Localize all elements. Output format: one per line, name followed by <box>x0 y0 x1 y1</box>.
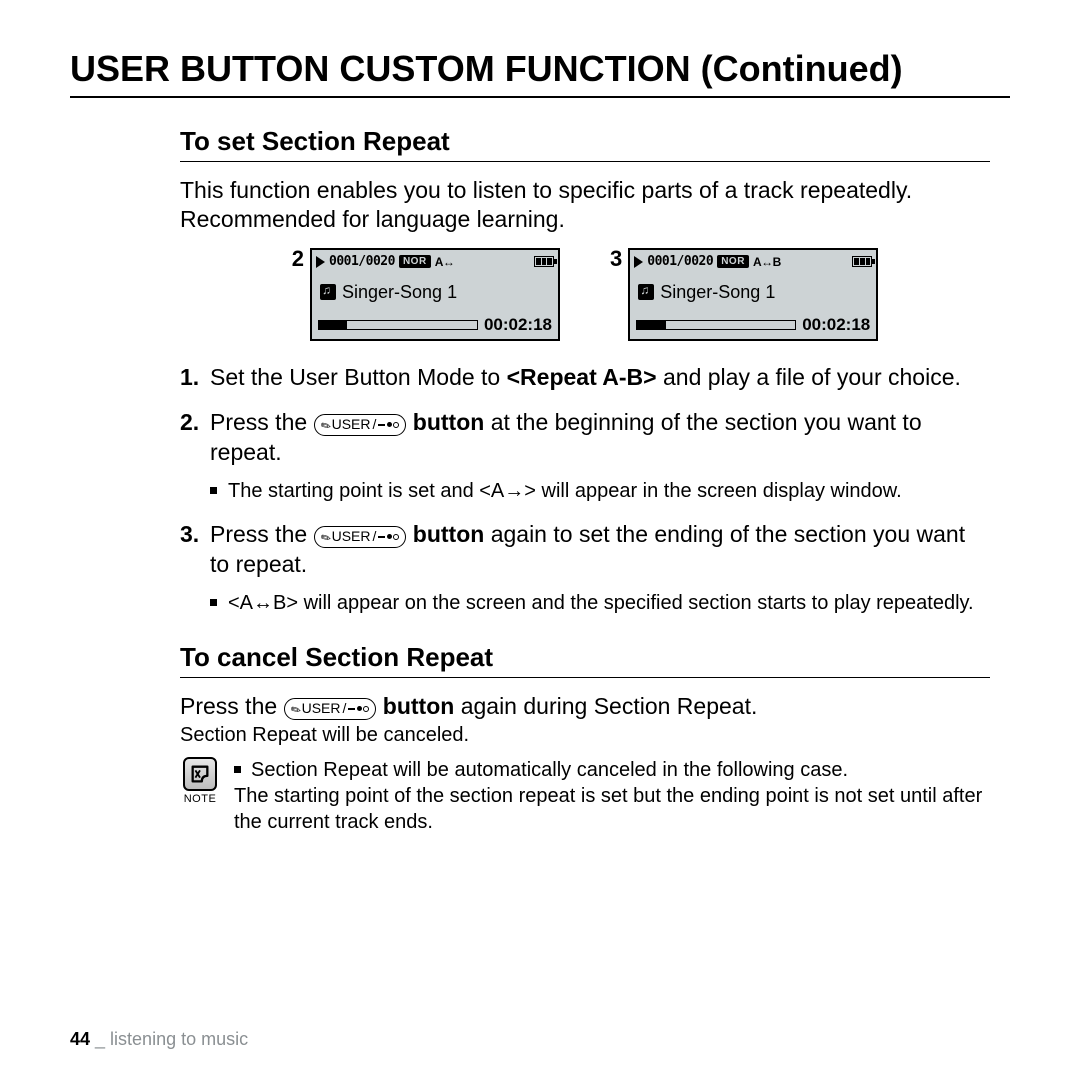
song-title: Singer-Song 1 <box>342 282 457 303</box>
note-block: NOTE Section Repeat will be automaticall… <box>180 757 990 835</box>
cancel-result: Section Repeat will be canceled. <box>180 724 990 747</box>
screen-number: 2 <box>292 246 304 272</box>
lcd-display: 0001/0020 NOR A↔B Singer-Song 1 00:02:18 <box>628 248 878 341</box>
user-button-icon: ✎USER/ <box>314 414 407 436</box>
step-3-note: <A↔B> will appear on the screen and the … <box>210 590 990 616</box>
user-button-icon: ✎USER/ <box>314 526 407 548</box>
elapsed-time: 00:02:18 <box>802 315 870 335</box>
screen-2: 2 0001/0020 NOR A↔ Singer-Song 1 00:02:1… <box>292 248 560 341</box>
note-body: The starting point of the section repeat… <box>234 783 990 835</box>
screen-row: 2 0001/0020 NOR A↔ Singer-Song 1 00:02:1… <box>180 248 990 341</box>
chapter-name: listening to music <box>110 1029 248 1049</box>
progress-bar <box>318 320 478 330</box>
eq-mode: NOR <box>717 255 749 268</box>
song-title: Singer-Song 1 <box>660 282 775 303</box>
progress-bar <box>636 320 796 330</box>
track-counter: 0001/0020 <box>647 254 713 269</box>
note-label: NOTE <box>184 793 217 805</box>
ab-indicator: A↔B <box>753 255 781 269</box>
note-lead: Section Repeat will be automatically can… <box>234 757 990 783</box>
section-cancel-repeat: To cancel Section Repeat Press the ✎USER… <box>70 642 1010 835</box>
steps-list: Set the User Button Mode to <Repeat A-B>… <box>180 363 990 616</box>
screen-3: 3 0001/0020 NOR A↔B Singer-Song 1 00:02:… <box>610 248 878 341</box>
step-3: Press the ✎USER/ button again to set the… <box>180 520 990 616</box>
page-number: 44 <box>70 1029 90 1049</box>
step-2: Press the ✎USER/ button at the beginning… <box>180 408 990 504</box>
heading-set: To set Section Repeat <box>180 126 990 162</box>
user-button-icon: ✎USER/ <box>284 698 377 720</box>
lcd-display: 0001/0020 NOR A↔ Singer-Song 1 00:02:18 <box>310 248 560 341</box>
cancel-instruction: Press the ✎USER/ button again during Sec… <box>180 692 990 722</box>
step-1: Set the User Button Mode to <Repeat A-B>… <box>180 363 990 393</box>
page-footer: 44 _ listening to music <box>70 1029 248 1050</box>
page-title: USER BUTTON CUSTOM FUNCTION (Continued) <box>70 48 1010 98</box>
play-icon <box>634 256 643 268</box>
section-set-repeat: To set Section Repeat This function enab… <box>70 126 1010 616</box>
screen-number: 3 <box>610 246 622 272</box>
play-icon <box>316 256 325 268</box>
step-2-note: The starting point is set and <A→> will … <box>210 478 990 504</box>
intro-text: This function enables you to listen to s… <box>180 176 990 234</box>
eq-mode: NOR <box>399 255 431 268</box>
note-icon <box>183 757 217 791</box>
track-counter: 0001/0020 <box>329 254 395 269</box>
music-note-icon <box>320 284 336 300</box>
battery-icon <box>852 256 872 267</box>
heading-cancel: To cancel Section Repeat <box>180 642 990 678</box>
battery-icon <box>534 256 554 267</box>
music-note-icon <box>638 284 654 300</box>
elapsed-time: 00:02:18 <box>484 315 552 335</box>
ab-indicator: A↔ <box>435 255 455 269</box>
